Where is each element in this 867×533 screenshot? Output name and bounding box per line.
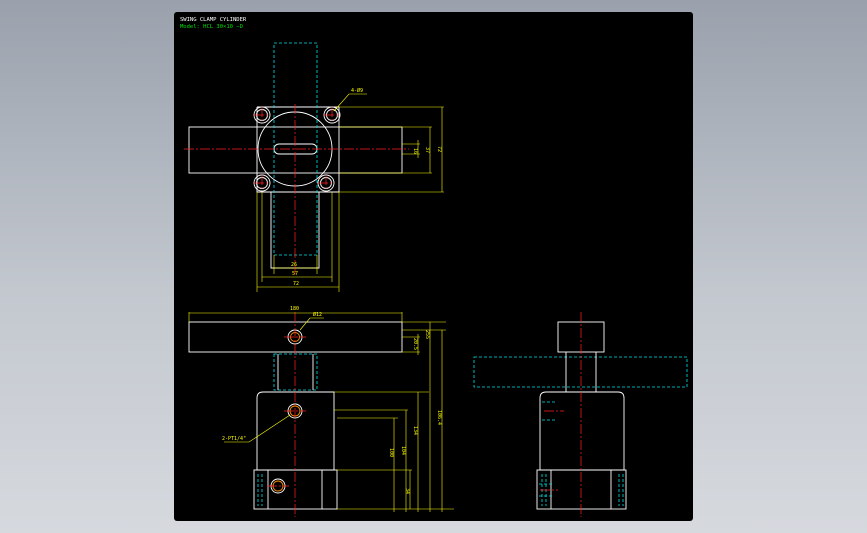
dim-arm-length: 180 xyxy=(290,306,299,312)
drawing-model: Model: HCL 30×10 −D xyxy=(180,24,243,30)
drawing-title: SWING CLAMP CYLINDER xyxy=(180,17,247,23)
drawing-sheet: SWING CLAMP CYLINDER Model: HCL 30×10 −D xyxy=(180,17,688,517)
front-hidden-rod xyxy=(273,353,318,391)
dim-134: 134 xyxy=(412,426,418,435)
top-arm-outline xyxy=(188,126,403,174)
dim-arm-width: 26 xyxy=(291,262,297,268)
side-cylinder-body xyxy=(539,391,625,471)
dim-100: 100 xyxy=(388,448,394,457)
front-arm xyxy=(188,321,403,353)
side-hidden-arm xyxy=(473,356,688,388)
pin-callout-leader xyxy=(299,317,324,331)
side-view xyxy=(473,312,688,517)
cad-viewport[interactable]: SWING CLAMP CYLINDER Model: HCL 30×10 −D xyxy=(174,12,693,521)
dim-inner-height: 37 xyxy=(424,147,430,153)
port-callout: 2-PT1/4" xyxy=(222,436,246,442)
dim-bolt-pitch: 57 xyxy=(292,271,298,277)
top-view: 16 37 72 4-Ø9 26 57 72 xyxy=(184,42,444,292)
side-base xyxy=(536,469,627,510)
dim-slot-width: 16 xyxy=(412,148,418,154)
front-view: 180 Ø12 20.5 255 106.4 134 104 100 34 2-… xyxy=(188,306,454,517)
dim-1064: 106.4 xyxy=(436,410,442,425)
hole-callout: 4-Ø9 xyxy=(351,87,363,94)
dim-total-height: 255 xyxy=(424,330,430,339)
dim-104: 104 xyxy=(400,446,406,455)
base-flange xyxy=(253,469,338,510)
pin-callout: Ø12 xyxy=(313,311,322,318)
dim-body-width: 72 xyxy=(293,281,299,287)
dim-arm-thickness: 20.5 xyxy=(412,338,418,350)
dim-outer-height: 72 xyxy=(436,146,442,152)
dim-34: 34 xyxy=(404,488,410,494)
